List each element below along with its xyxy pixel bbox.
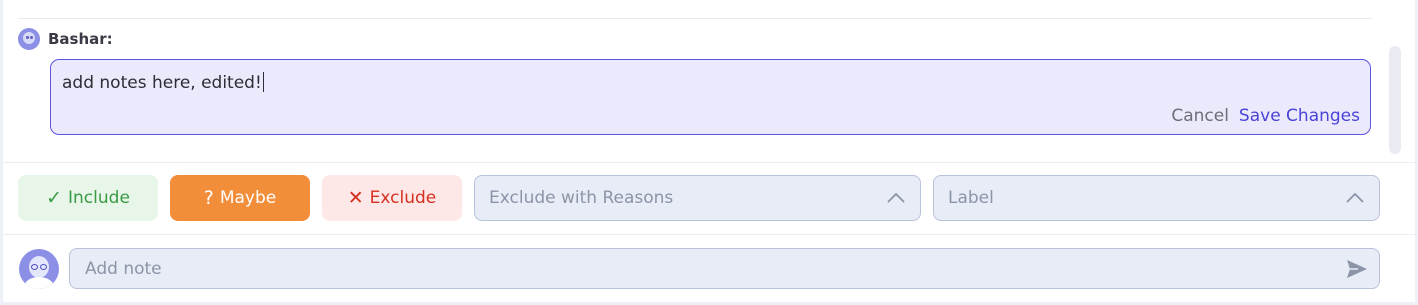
avatar-body (24, 277, 54, 289)
note-edit-text[interactable]: add notes here, edited! (62, 72, 264, 93)
section-divider (3, 162, 1415, 163)
maybe-button[interactable]: ? Maybe (170, 175, 310, 221)
note-edit-value[interactable]: add notes here, edited! (62, 73, 262, 93)
chevron-up-icon (1346, 192, 1364, 203)
note-author: Bashar: (48, 30, 113, 48)
avatar-glasses (40, 264, 47, 270)
author-avatar (18, 28, 40, 50)
chevron-up-icon (887, 192, 905, 203)
avatar-eye (26, 36, 29, 39)
cancel-button[interactable]: Cancel (1171, 106, 1229, 126)
maybe-label: Maybe (219, 188, 277, 208)
avatar-glasses (31, 264, 38, 270)
add-note-input[interactable] (69, 248, 1380, 289)
user-avatar (19, 249, 59, 289)
top-divider (18, 18, 1372, 19)
include-button[interactable]: ✓ Include (18, 175, 158, 221)
note-header: Bashar: (18, 28, 113, 50)
x-icon: ✕ (347, 186, 364, 209)
note-edit-box[interactable]: add notes here, edited! Cancel Save Chan… (50, 59, 1371, 135)
avatar-face (23, 32, 35, 44)
edit-actions: Cancel Save Changes (1171, 106, 1360, 126)
text-caret (262, 72, 264, 92)
exclude-label: Exclude (369, 188, 437, 208)
label-placeholder: Label (948, 188, 994, 208)
composer-divider (3, 234, 1415, 235)
check-icon: ✓ (46, 186, 63, 209)
save-changes-button[interactable]: Save Changes (1239, 106, 1360, 126)
exclude-reasons-placeholder: Exclude with Reasons (489, 188, 674, 208)
avatar-eye (30, 36, 33, 39)
send-icon[interactable] (1346, 259, 1368, 279)
exclude-reasons-select[interactable]: Exclude with Reasons (474, 175, 921, 221)
exclude-button[interactable]: ✕ Exclude (322, 175, 462, 221)
question-icon: ? (203, 186, 214, 209)
include-label: Include (68, 188, 130, 208)
scrollbar-thumb[interactable] (1389, 46, 1401, 154)
label-select[interactable]: Label (933, 175, 1380, 221)
frame-left-border (0, 0, 3, 305)
